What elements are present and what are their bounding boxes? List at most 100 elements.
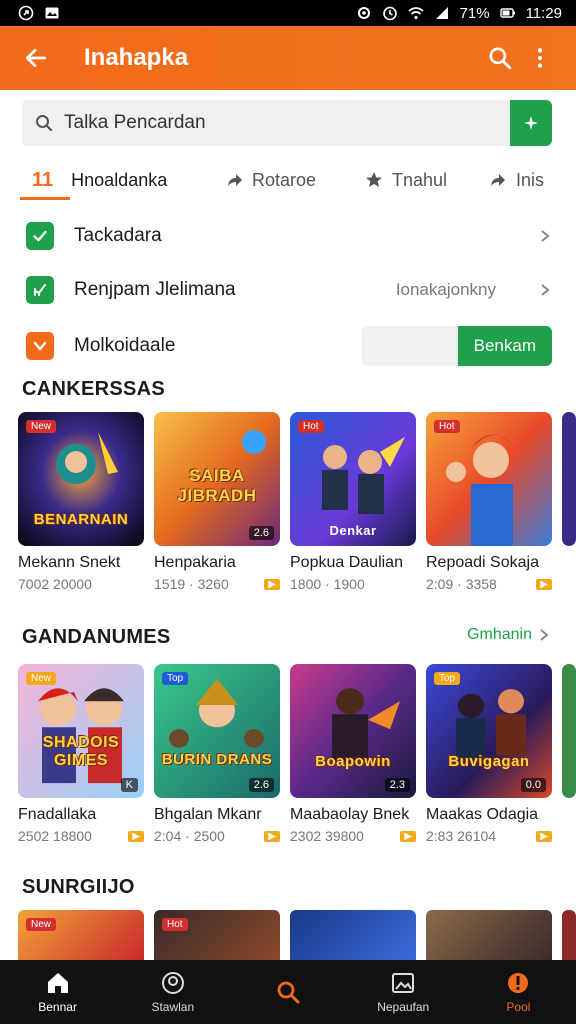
game-thumbnail: New BENARNAIN (18, 412, 144, 546)
more-options-button[interactable] (520, 38, 560, 78)
card-title: Popkua Daulian (290, 554, 403, 571)
game-thumbnail (426, 910, 552, 960)
battery-level: 71% (459, 4, 490, 22)
card-badge: New (26, 420, 57, 433)
back-button[interactable] (16, 38, 56, 78)
card-title: Bhgalan Mkanr (154, 806, 262, 823)
game-card[interactable]: Boapowin 2.3 Maabaolay Bnek 2302 39800 ▶ (290, 664, 416, 844)
option-label: Molkoidaale (74, 335, 176, 356)
game-thumbnail: New SHADOIS GIMES K (18, 664, 144, 798)
clock: 11:29 (525, 4, 562, 22)
card-meta: 2:83 26104 (426, 828, 497, 844)
card-title: Mekann Snekt (18, 554, 121, 571)
game-card[interactable]: Hot (154, 910, 280, 960)
nav-label: Stawlan (151, 1000, 195, 1014)
chevron-right-icon (540, 629, 549, 641)
game-thumbnail: New (18, 910, 144, 960)
game-thumbnail (562, 412, 576, 546)
game-thumbnail: SAIBA JIBRADH 2.6 (154, 412, 280, 546)
page-title: Inahapka (84, 44, 189, 71)
nav-item-gallery[interactable]: Nepaufan (346, 960, 461, 1024)
card-art-text: Boapowin (315, 753, 391, 770)
card-art-text: Denkar (329, 523, 377, 538)
settings-status-icon (356, 5, 372, 21)
tab-label: Tnahul (392, 169, 448, 190)
search-input[interactable] (64, 112, 484, 134)
search-bar (22, 100, 552, 146)
option-row-renjpam[interactable]: Renjpam Jlelimana Ionakajonkny (0, 264, 576, 316)
game-card[interactable] (426, 910, 552, 960)
card-meta: 2502 18800 (18, 828, 92, 844)
game-card[interactable] (290, 910, 416, 960)
gallery-icon (392, 973, 415, 993)
game-card[interactable]: New SHADOIS GIMES K Fnadallaka 2502 1880… (18, 664, 144, 844)
card-meta: 7002 20000 (18, 576, 92, 592)
tab-rotaroe[interactable]: Rotaroe (224, 160, 316, 200)
game-card[interactable]: Top BURIN DRANS 2.6 Bhgalan Mkanr 2:04 ·… (154, 664, 280, 844)
tab-label: Rotaroe (252, 169, 317, 190)
game-card-partial[interactable] (562, 412, 576, 546)
card-art-text: BURIN DRANS (161, 751, 273, 768)
home-icon (47, 973, 68, 993)
tag-icon: ▶ (536, 578, 552, 590)
nav-item-home[interactable]: Bennar (0, 960, 115, 1024)
card-rating: 2.6 (248, 778, 274, 792)
option-row-tackadara[interactable]: Tackadara (0, 210, 576, 262)
nav-label: Bennar (38, 1000, 77, 1014)
card-title: Henpakaria (154, 554, 236, 571)
app-notification-icon (18, 5, 34, 21)
wifi-icon (408, 5, 424, 21)
search-button[interactable] (480, 38, 520, 78)
game-card-partial[interactable] (562, 664, 576, 798)
nav-label: Pool (506, 1000, 531, 1014)
card-badge: Hot (434, 420, 460, 433)
game-card[interactable]: Hot Repoadi Sokaja 2:09 · 3358 ▶ (426, 412, 552, 592)
nav-item-profile[interactable]: Stawlan (115, 960, 230, 1024)
option-label: Renjpam Jlelimana (74, 279, 236, 300)
tag-icon: ▶ (264, 578, 280, 590)
tab-all[interactable]: 11 Hnoaldanka (32, 160, 167, 200)
active-tab-indicator (20, 197, 70, 200)
nav-item-pool[interactable]: Pool (461, 960, 576, 1024)
game-card[interactable]: SAIBA JIBRADH 2.6 Henpakaria 1519 · 3260… (154, 412, 280, 592)
tab-label: Hnoaldanka (71, 169, 168, 190)
chevron-down-badge-icon (26, 332, 54, 360)
option-input-field[interactable] (361, 326, 458, 366)
card-badge: New (26, 672, 57, 685)
card-meta: 2302 39800 (290, 828, 364, 844)
game-thumbnail (562, 910, 576, 960)
nav-item-search[interactable] (230, 960, 345, 1024)
see-more-link[interactable]: Gmhanin (467, 626, 550, 644)
section-title: CANKERSSAS (22, 378, 166, 400)
tag-icon: ▶ (400, 830, 416, 842)
card-badge: New (26, 918, 57, 931)
alert-icon (508, 973, 529, 993)
card-meta: 2:09 · 3358 (426, 576, 497, 592)
card-rating: 0.0 (520, 778, 546, 792)
game-card-partial[interactable] (562, 910, 576, 960)
arrow-left-icon (25, 49, 47, 67)
option-action-button[interactable]: Benkam (457, 326, 552, 366)
tab-tnahul[interactable]: Tnahul (364, 160, 447, 200)
forward-arrow-icon (491, 174, 505, 186)
search-submit-button[interactable] (510, 100, 552, 146)
image-notification-icon (44, 5, 60, 21)
search-field[interactable] (22, 100, 510, 146)
tag-icon: ▶ (536, 830, 552, 842)
game-thumbnail: Hot (426, 412, 552, 546)
alarm-icon (382, 5, 398, 21)
game-card[interactable]: Top Buvigagan 0.0 Maakas Odagia 2:83 261… (426, 664, 552, 844)
app-bar: Inahapka (0, 26, 576, 90)
game-thumbnail: Hot Denkar (290, 412, 416, 546)
battery-icon (499, 5, 516, 21)
chevron-right-icon (541, 284, 550, 296)
star-icon (366, 172, 382, 187)
game-card[interactable]: Hot Denkar Popkua Daulian 1800 · 1900 (290, 412, 416, 592)
card-art-text: SHADOIS GIMES (42, 734, 120, 769)
card-title: Fnadallaka (18, 806, 97, 823)
option-row-molkoidaale: Molkoidaale Benkam (0, 320, 576, 372)
signal-icon (434, 5, 450, 21)
game-card[interactable]: New (18, 910, 144, 960)
tab-inis[interactable]: Inis (488, 160, 544, 200)
game-card[interactable]: New BENARNAIN Mekann Snekt 7002 20000 (18, 412, 144, 592)
